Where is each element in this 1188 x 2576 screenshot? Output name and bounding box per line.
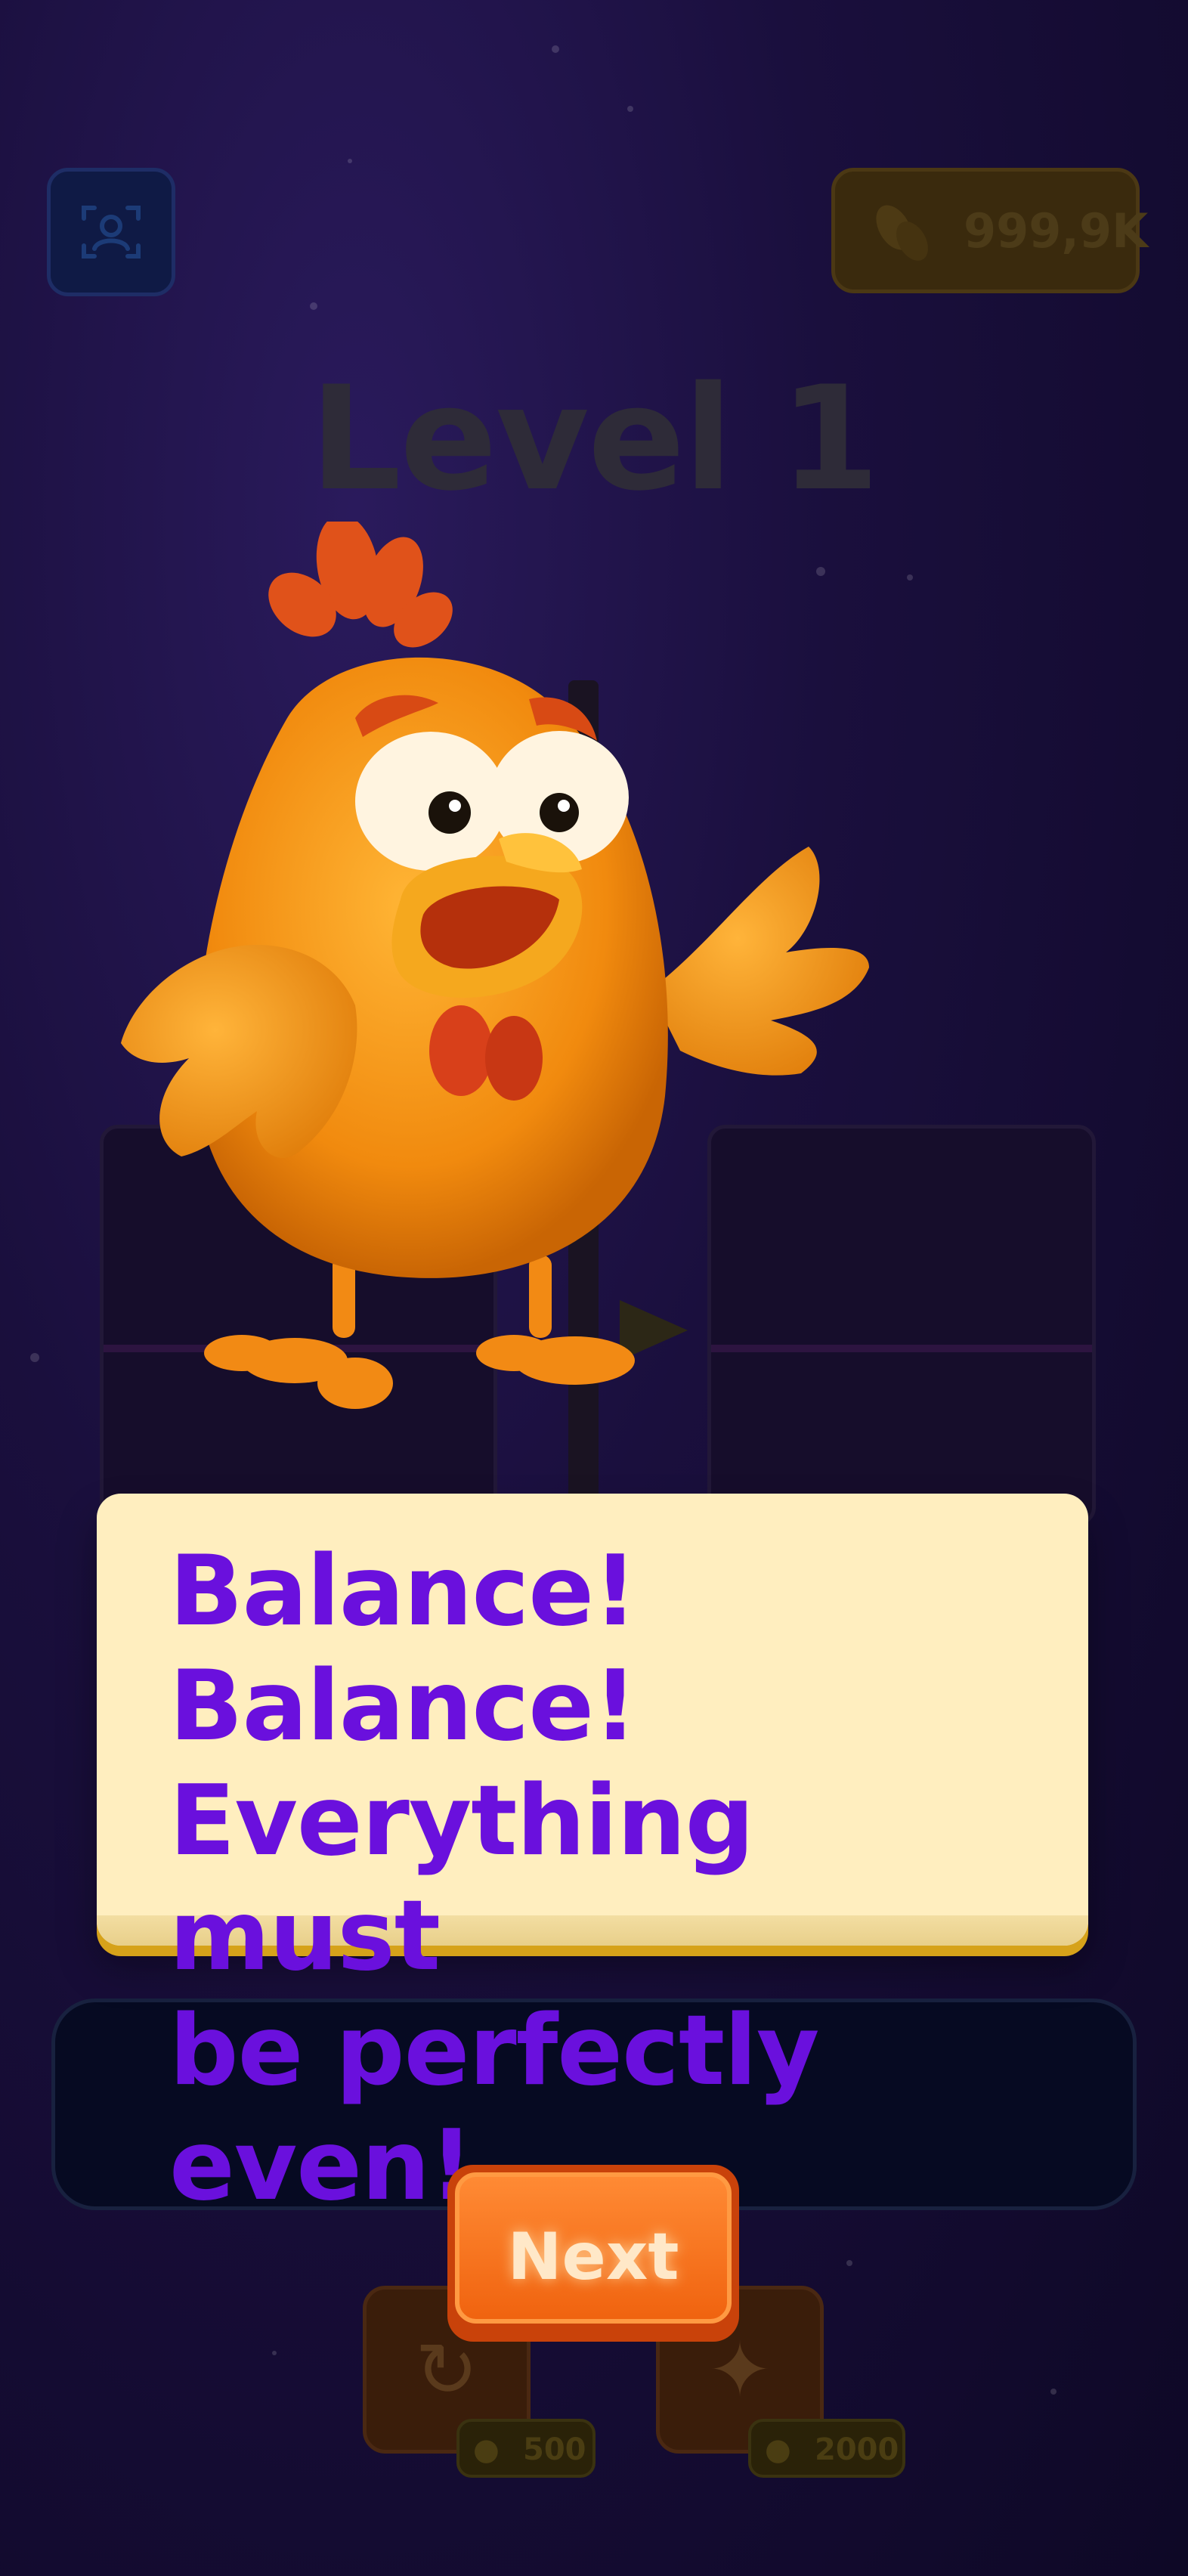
seeds-icon: ● (473, 2432, 500, 2467)
dialog-line: Everything must (169, 1765, 754, 1992)
undo-cost: 500 (523, 2432, 586, 2467)
magic-cost-badge: ● 2000 (748, 2419, 905, 2478)
dialog-box: Balance! Balance! Everything must be per… (97, 1494, 1088, 2222)
profile-scan-icon (82, 206, 141, 259)
seeds-icon (876, 205, 928, 261)
coin-counter: 999,9K (831, 168, 1148, 293)
level-title: Level 1 (309, 355, 880, 522)
next-button-label: Next (507, 2219, 679, 2295)
seeds-icon: ● (765, 2432, 791, 2467)
undo-cost-badge: ● 500 (456, 2419, 596, 2478)
chicken-character (121, 522, 869, 1409)
dialog-line: Balance! Balance! (169, 1535, 637, 1763)
profile-button[interactable] (47, 168, 175, 296)
dialog-message: Balance! Balance! Everything must be per… (169, 1534, 1046, 2224)
magic-cost: 2000 (815, 2432, 899, 2467)
next-button[interactable]: Next (447, 2165, 739, 2342)
coin-value: 999,9K (964, 203, 1149, 259)
